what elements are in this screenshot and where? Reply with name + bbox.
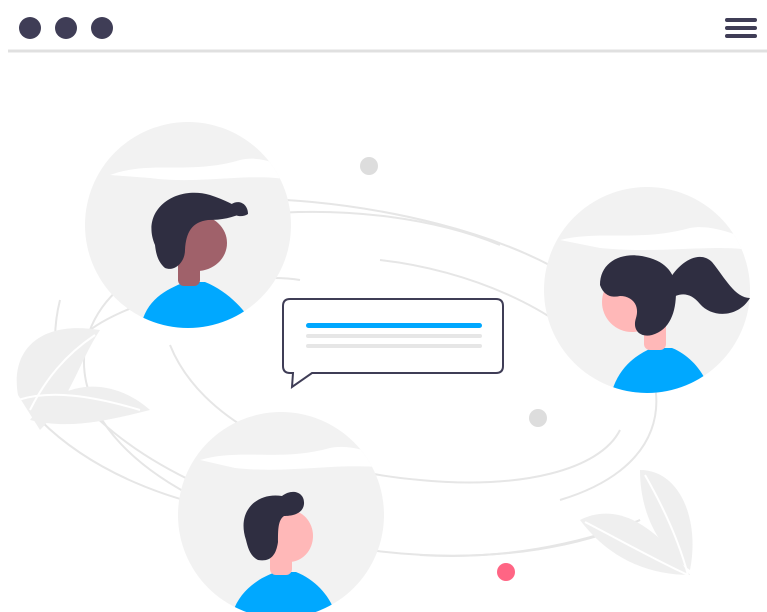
window-header (8, 17, 767, 53)
floating-dot-accent (497, 563, 515, 581)
chat-bubble[interactable] (282, 298, 504, 390)
hamburger-menu-icon[interactable] (725, 18, 757, 38)
window-dot-icon[interactable] (55, 17, 77, 39)
chat-line (306, 344, 482, 348)
floating-dot (529, 409, 547, 427)
leaf-left (16, 328, 150, 430)
window-dot-icon[interactable] (19, 17, 41, 39)
avatar-user-3 (178, 412, 384, 612)
avatar-user-1 (85, 122, 291, 328)
chat-line (306, 334, 482, 338)
illustration-scene (8, 17, 767, 612)
avatar-user-2 (544, 187, 750, 393)
chat-line-primary (306, 323, 482, 328)
window-dot-icon[interactable] (91, 17, 113, 39)
floating-dot (360, 157, 378, 175)
